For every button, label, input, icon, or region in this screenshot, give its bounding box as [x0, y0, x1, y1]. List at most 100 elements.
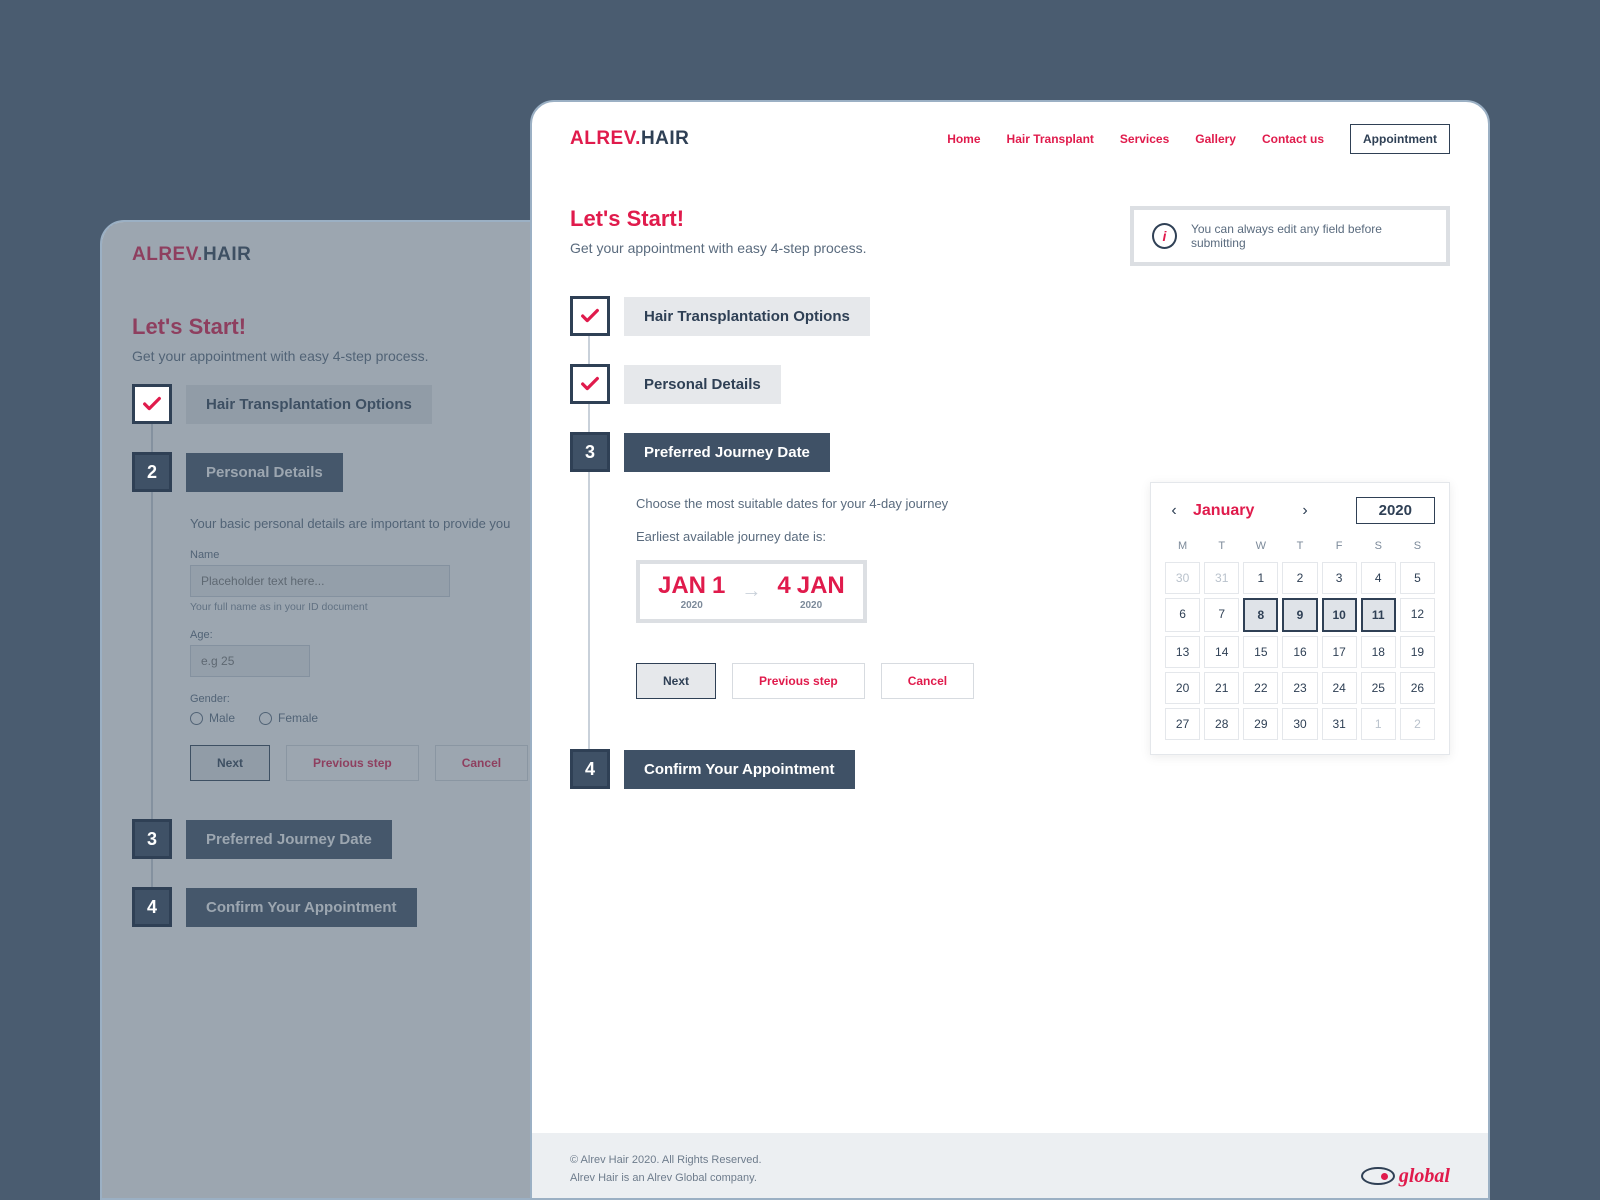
calendar-day[interactable]: 11 [1361, 598, 1396, 632]
check-icon [132, 384, 172, 424]
next-button[interactable]: Next [636, 663, 716, 699]
previous-button[interactable]: Previous step [286, 745, 419, 781]
calendar-day[interactable]: 13 [1165, 636, 1200, 668]
calendar-day[interactable]: 1 [1243, 562, 1278, 594]
step-4: 4 Confirm Your Appointment [570, 749, 1450, 789]
calendar-weekday: M [1165, 534, 1200, 558]
cancel-button[interactable]: Cancel [881, 663, 974, 699]
calendar-day[interactable]: 30 [1282, 708, 1317, 740]
chevron-right-icon[interactable]: › [1296, 502, 1314, 520]
appointment-button[interactable]: Appointment [1350, 124, 1450, 154]
calendar-month: January [1193, 502, 1254, 520]
radio-female[interactable]: Female [259, 711, 318, 725]
step-title[interactable]: Confirm Your Appointment [624, 750, 855, 789]
calendar-day[interactable]: 1 [1361, 708, 1396, 740]
date-range-box: JAN 1 2020 → 4 JAN 2020 [636, 560, 867, 623]
cancel-button[interactable]: Cancel [435, 745, 528, 781]
calendar-day[interactable]: 6 [1165, 598, 1200, 632]
logo[interactable]: ALREV.HAIR [570, 128, 689, 150]
step-number: 3 [570, 432, 610, 472]
eye-icon [1361, 1167, 1395, 1185]
step-1: Hair Transplantation Options [570, 296, 1450, 336]
step-title[interactable]: Preferred Journey Date [624, 433, 830, 472]
calendar-day[interactable]: 17 [1322, 636, 1357, 668]
calendar-day[interactable]: 31 [1204, 562, 1239, 594]
calendar-day[interactable]: 27 [1165, 708, 1200, 740]
calendar-day[interactable]: 21 [1204, 672, 1239, 704]
step-title[interactable]: Personal Details [186, 453, 343, 492]
calendar-weekday: T [1204, 534, 1239, 558]
step-number: 4 [132, 887, 172, 927]
calendar-day[interactable]: 15 [1243, 636, 1278, 668]
step-number: 4 [570, 749, 610, 789]
nav-contact[interactable]: Contact us [1262, 132, 1324, 146]
info-text: You can always edit any field before sub… [1191, 222, 1428, 250]
logo[interactable]: ALREV.HAIR [132, 244, 251, 266]
calendar-weekday: F [1322, 534, 1357, 558]
arrow-right-icon: → [741, 580, 761, 603]
nav-services[interactable]: Services [1120, 132, 1169, 146]
calendar-day[interactable]: 22 [1243, 672, 1278, 704]
calendar-day[interactable]: 14 [1204, 636, 1239, 668]
check-icon [570, 364, 610, 404]
info-box: i You can always edit any field before s… [1130, 206, 1450, 266]
calendar-weekday: T [1282, 534, 1317, 558]
calendar-day[interactable]: 28 [1204, 708, 1239, 740]
calendar-day[interactable]: 31 [1322, 708, 1357, 740]
calendar-day[interactable]: 12 [1400, 598, 1435, 632]
calendar-weekday: S [1400, 534, 1435, 558]
step-title[interactable]: Confirm Your Appointment [186, 888, 417, 927]
next-button[interactable]: Next [190, 745, 270, 781]
calendar-day[interactable]: 19 [1400, 636, 1435, 668]
nav: Home Hair Transplant Services Gallery Co… [947, 124, 1450, 154]
step-title[interactable]: Hair Transplantation Options [624, 297, 870, 336]
calendar-weekday: S [1361, 534, 1396, 558]
previous-button[interactable]: Previous step [732, 663, 865, 699]
calendar-day[interactable]: 25 [1361, 672, 1396, 704]
step-number: 2 [132, 452, 172, 492]
calendar-year[interactable]: 2020 [1356, 497, 1435, 524]
calendar-day[interactable]: 20 [1165, 672, 1200, 704]
name-input[interactable] [190, 565, 450, 597]
page-subtitle: Get your appointment with easy 4-step pr… [132, 348, 428, 364]
footer-brand: global [1361, 1165, 1450, 1188]
calendar-day[interactable]: 9 [1282, 598, 1317, 632]
calendar-day[interactable]: 5 [1400, 562, 1435, 594]
calendar-day[interactable]: 24 [1322, 672, 1357, 704]
chevron-left-icon[interactable]: ‹ [1165, 502, 1183, 520]
page-title: Let's Start! [132, 314, 428, 340]
calendar-day[interactable]: 2 [1400, 708, 1435, 740]
calendar-day[interactable]: 29 [1243, 708, 1278, 740]
calendar-day[interactable]: 18 [1361, 636, 1396, 668]
radio-male[interactable]: Male [190, 711, 235, 725]
calendar-day[interactable]: 4 [1361, 562, 1396, 594]
step-title[interactable]: Preferred Journey Date [186, 820, 392, 859]
calendar-day[interactable]: 7 [1204, 598, 1239, 632]
nav-hair-transplant[interactable]: Hair Transplant [1007, 132, 1094, 146]
step-number: 3 [132, 819, 172, 859]
nav-home[interactable]: Home [947, 132, 980, 146]
footer-sub: Alrev Hair is an Alrev Global company. [570, 1169, 762, 1188]
header: ALREV.HAIR Home Hair Transplant Services… [532, 102, 1488, 176]
calendar-weekday: W [1243, 534, 1278, 558]
calendar: ‹ January › 2020 MTWTFSS3031123456789101… [1150, 482, 1450, 755]
calendar-day[interactable]: 10 [1322, 598, 1357, 632]
calendar-day[interactable]: 26 [1400, 672, 1435, 704]
step-title[interactable]: Personal Details [624, 365, 781, 404]
step-2: Personal Details [570, 364, 1450, 404]
info-icon: i [1152, 223, 1177, 249]
calendar-day[interactable]: 23 [1282, 672, 1317, 704]
page-subtitle: Get your appointment with easy 4-step pr… [570, 240, 866, 256]
panel-front: ALREV.HAIR Home Hair Transplant Services… [530, 100, 1490, 1200]
calendar-day[interactable]: 16 [1282, 636, 1317, 668]
calendar-day[interactable]: 3 [1322, 562, 1357, 594]
footer-copyright: © Alrev Hair 2020. All Rights Reserved. [570, 1151, 762, 1170]
calendar-day[interactable]: 8 [1243, 598, 1278, 632]
age-input[interactable] [190, 645, 310, 677]
calendar-day[interactable]: 2 [1282, 562, 1317, 594]
step-title[interactable]: Hair Transplantation Options [186, 385, 432, 424]
intro: Let's Start! Get your appointment with e… [532, 176, 1488, 266]
nav-gallery[interactable]: Gallery [1195, 132, 1236, 146]
calendar-day[interactable]: 30 [1165, 562, 1200, 594]
check-icon [570, 296, 610, 336]
